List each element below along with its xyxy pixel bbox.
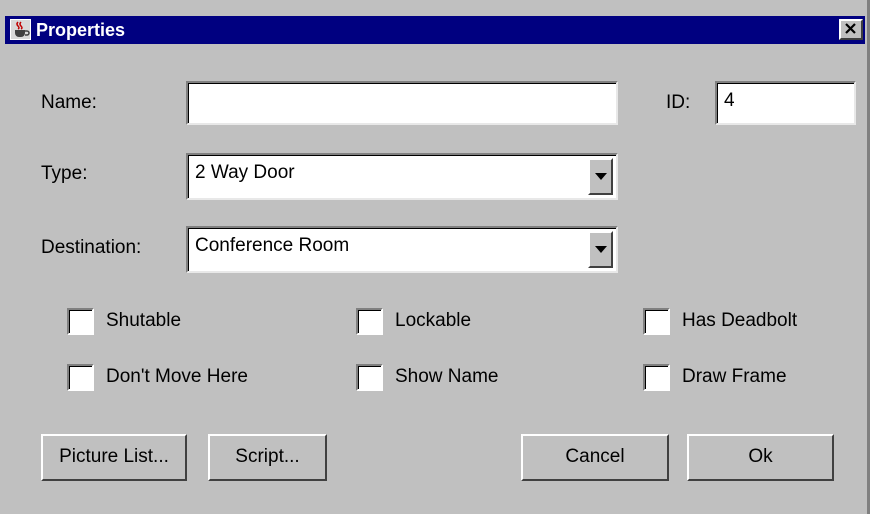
cancel-button[interactable]: Cancel [521, 434, 669, 481]
id-label: ID: [666, 92, 691, 113]
type-select-value: 2 Way Door [195, 162, 295, 183]
script-button[interactable]: Script... [208, 434, 327, 481]
show-name-checkbox-label: Show Name [395, 366, 499, 387]
close-x-icon [845, 23, 856, 34]
has-deadbolt-checkbox[interactable]: Has Deadbolt [643, 308, 843, 338]
title-bar[interactable]: Properties [5, 16, 865, 44]
lockable-checkbox[interactable]: Lockable [356, 308, 556, 338]
draw-frame-checkbox-label: Draw Frame [682, 366, 787, 387]
dont-move-here-checkbox-box[interactable] [67, 364, 94, 391]
shutable-checkbox[interactable]: Shutable [67, 308, 267, 338]
chevron-down-icon [595, 246, 607, 253]
show-name-checkbox-box[interactable] [356, 364, 383, 391]
shutable-checkbox-box[interactable] [67, 308, 94, 335]
dont-move-here-checkbox-label: Don't Move Here [106, 366, 248, 387]
show-name-checkbox[interactable]: Show Name [356, 364, 556, 394]
has-deadbolt-checkbox-label: Has Deadbolt [682, 310, 798, 331]
destination-select[interactable]: Conference Room [186, 226, 618, 273]
lockable-checkbox-label: Lockable [395, 310, 472, 331]
destination-dropdown-button[interactable] [588, 231, 613, 268]
java-cup-icon [10, 19, 31, 40]
destination-select-value: Conference Room [195, 235, 350, 256]
chevron-down-icon [595, 173, 607, 180]
shutable-checkbox-label: Shutable [106, 310, 182, 331]
ok-button[interactable]: Ok [687, 434, 834, 481]
has-deadbolt-checkbox-box[interactable] [643, 308, 670, 335]
name-input[interactable] [186, 81, 618, 125]
type-dropdown-button[interactable] [588, 158, 613, 195]
window-title: Properties [36, 20, 126, 40]
dont-move-here-checkbox[interactable]: Don't Move Here [67, 364, 297, 394]
properties-dialog: Properties Name: ID: 4 Type: 2 Way Door … [0, 0, 870, 514]
id-input[interactable]: 4 [715, 81, 856, 125]
draw-frame-checkbox-box[interactable] [643, 364, 670, 391]
draw-frame-checkbox[interactable]: Draw Frame [643, 364, 843, 394]
type-select[interactable]: 2 Way Door [186, 153, 618, 200]
type-label: Type: [41, 163, 88, 184]
picture-list-button[interactable]: Picture List... [41, 434, 187, 481]
destination-label: Destination: [41, 237, 142, 258]
close-button[interactable] [839, 19, 863, 40]
name-label: Name: [41, 92, 97, 113]
lockable-checkbox-box[interactable] [356, 308, 383, 335]
